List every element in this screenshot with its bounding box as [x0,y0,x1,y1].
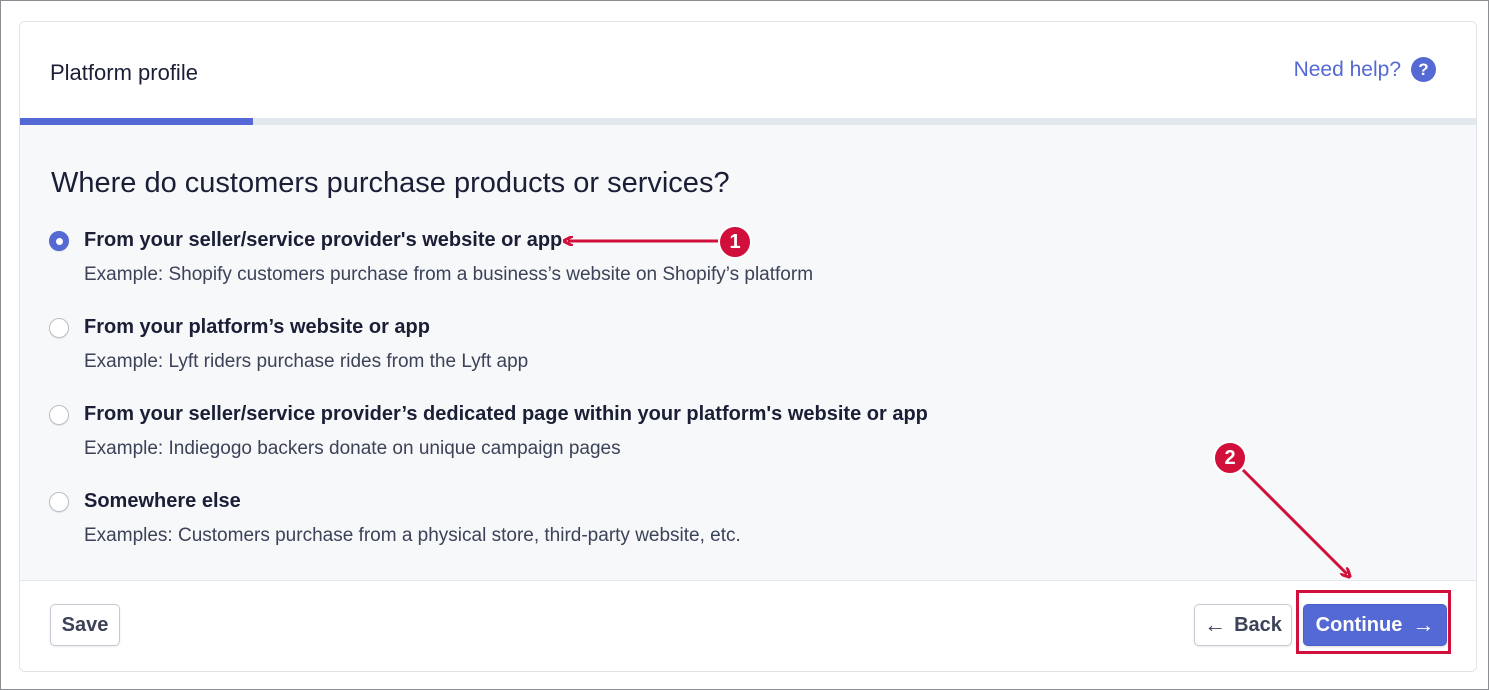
option-label: From your seller/service provider's webs… [84,229,563,251]
question-circle-icon: ? [1411,57,1436,82]
radio-button[interactable] [49,492,69,512]
option-description: Example: Indiegogo backers donate on uni… [84,438,621,459]
option-label: Somewhere else [84,490,241,512]
radio-button[interactable] [49,318,69,338]
card-header: Platform profile Need help? ? [20,22,1476,118]
page-title: Platform profile [50,60,198,85]
option-label: From your platform’s website or app [84,316,430,338]
progress-bar [20,118,1476,125]
need-help-link[interactable]: Need help? ? [1294,57,1436,82]
card-footer: Save ← Back Continue → [20,581,1476,671]
annotation-badge-1: 1 [718,225,752,259]
option-description: Example: Lyft riders purchase rides from… [84,351,529,372]
arrow-left-icon: ← [1204,612,1227,637]
platform-profile-card: Platform profile Need help? ? Where do c… [19,21,1477,672]
need-help-label: Need help? [1293,57,1401,81]
save-button[interactable]: Save [50,604,120,646]
question-heading: Where do customers purchase products or … [51,167,730,199]
radio-button[interactable] [49,405,69,425]
back-label: Back [1234,613,1282,636]
back-button[interactable]: ← Back [1194,604,1292,646]
card-body: Where do customers purchase products or … [20,125,1476,581]
screenshot-frame: Platform profile Need help? ? Where do c… [0,0,1489,690]
progress-bar-fill [20,118,253,125]
annotation-badge-2: 2 [1213,441,1247,475]
option-label: From your seller/service provider’s dedi… [84,403,928,425]
option-description: Examples: Customers purchase from a phys… [84,525,741,546]
radio-button[interactable] [49,231,69,251]
option-description: Example: Shopify customers purchase from… [84,264,814,285]
annotation-highlight-box [1296,590,1451,654]
